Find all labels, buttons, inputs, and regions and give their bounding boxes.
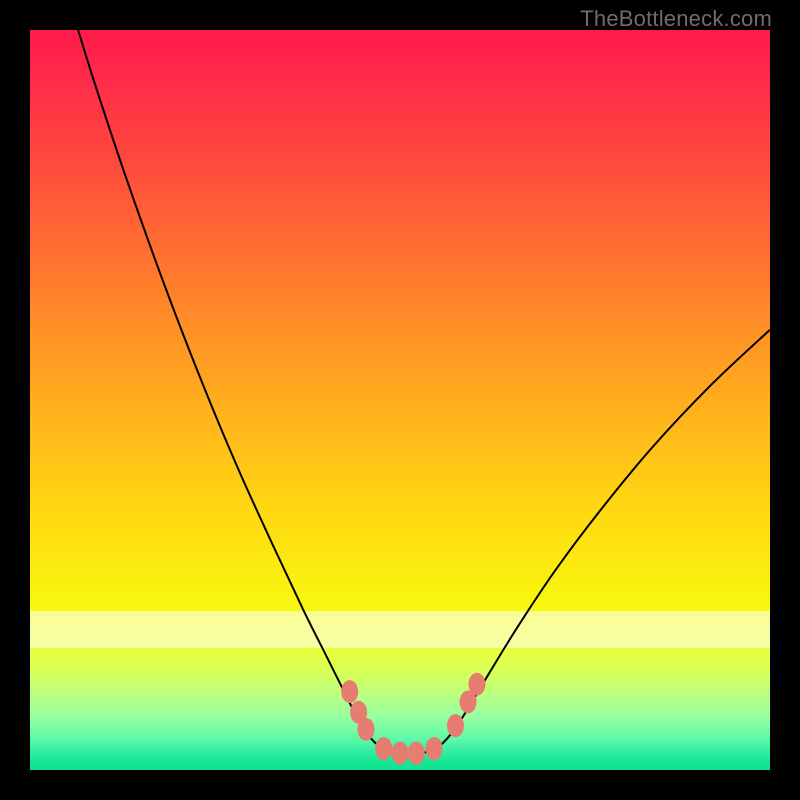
chart-plot-area (30, 30, 770, 770)
curve-markers (341, 673, 485, 765)
chart-frame: TheBottleneck.com (0, 0, 800, 800)
curve-marker (375, 737, 392, 760)
bottleneck-curve (78, 30, 770, 754)
chart-svg (30, 30, 770, 770)
curve-marker (426, 737, 443, 760)
curve-marker (341, 680, 358, 703)
curve-marker (468, 673, 485, 696)
watermark-text: TheBottleneck.com (580, 6, 772, 32)
curve-marker (357, 718, 374, 741)
curve-marker (447, 714, 464, 737)
curve-marker (408, 742, 425, 765)
curve-marker (391, 742, 408, 765)
